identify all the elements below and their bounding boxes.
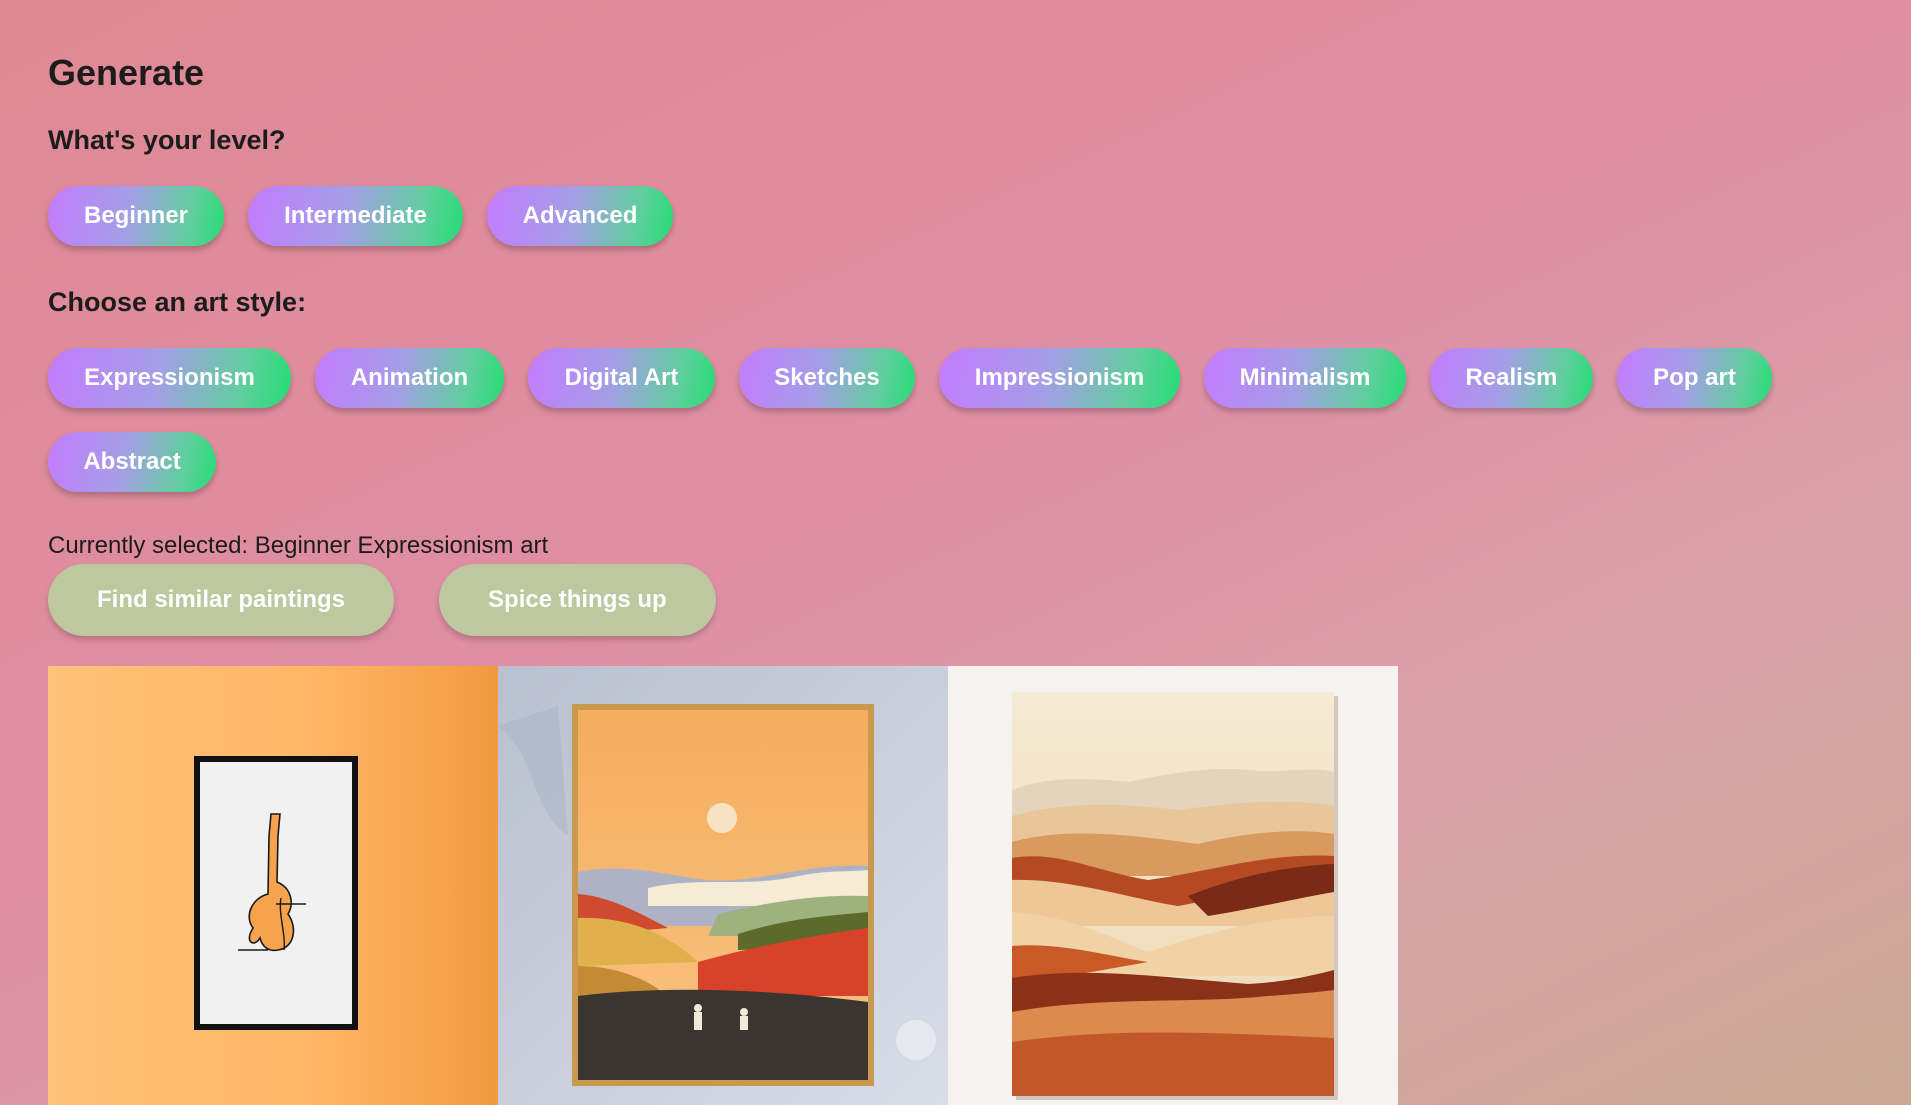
current-selection-text: Currently selected: Beginner Expressioni… <box>48 532 549 559</box>
level-advanced-button[interactable]: Advanced <box>487 186 673 246</box>
style-digital-art-button[interactable]: Digital Art <box>528 348 715 408</box>
action-buttons: Find similar paintings Spice things up <box>48 564 716 636</box>
painting-card-guitar[interactable] <box>48 666 498 1105</box>
style-sketches-button[interactable]: Sketches <box>739 348 915 408</box>
level-intermediate-button[interactable]: Intermediate <box>248 186 463 246</box>
art-style-label: Choose an art style: <box>48 287 307 317</box>
style-pop-art-button[interactable]: Pop art <box>1617 348 1772 408</box>
painting-gallery <box>48 666 1398 1105</box>
find-similar-paintings-button[interactable]: Find similar paintings <box>48 564 395 636</box>
style-abstract-button[interactable]: Abstract <box>48 432 216 492</box>
desert-dunes-painting-icon <box>948 666 1398 1105</box>
style-animation-button[interactable]: Animation <box>315 348 504 408</box>
level-beginner-button[interactable]: Beginner <box>48 186 224 246</box>
style-minimalism-button[interactable]: Minimalism <box>1204 348 1406 408</box>
level-options: Beginner Intermediate Advanced <box>48 186 1868 246</box>
sunset-hills-painting-icon <box>498 666 948 1105</box>
style-realism-button[interactable]: Realism <box>1430 348 1593 408</box>
painting-card-desert-dunes[interactable] <box>948 666 1398 1105</box>
style-impressionism-button[interactable]: Impressionism <box>939 348 1180 408</box>
guitar-line-art-painting-icon <box>48 666 498 1105</box>
style-expressionism-button[interactable]: Expressionism <box>48 348 291 408</box>
painting-card-sunset-hills[interactable] <box>498 666 948 1105</box>
level-label: What's your level? <box>48 125 286 155</box>
art-style-options: Expressionism Animation Digital Art Sket… <box>48 348 1868 492</box>
spice-things-up-button[interactable]: Spice things up <box>439 564 716 636</box>
page-title: Generate <box>48 52 205 93</box>
